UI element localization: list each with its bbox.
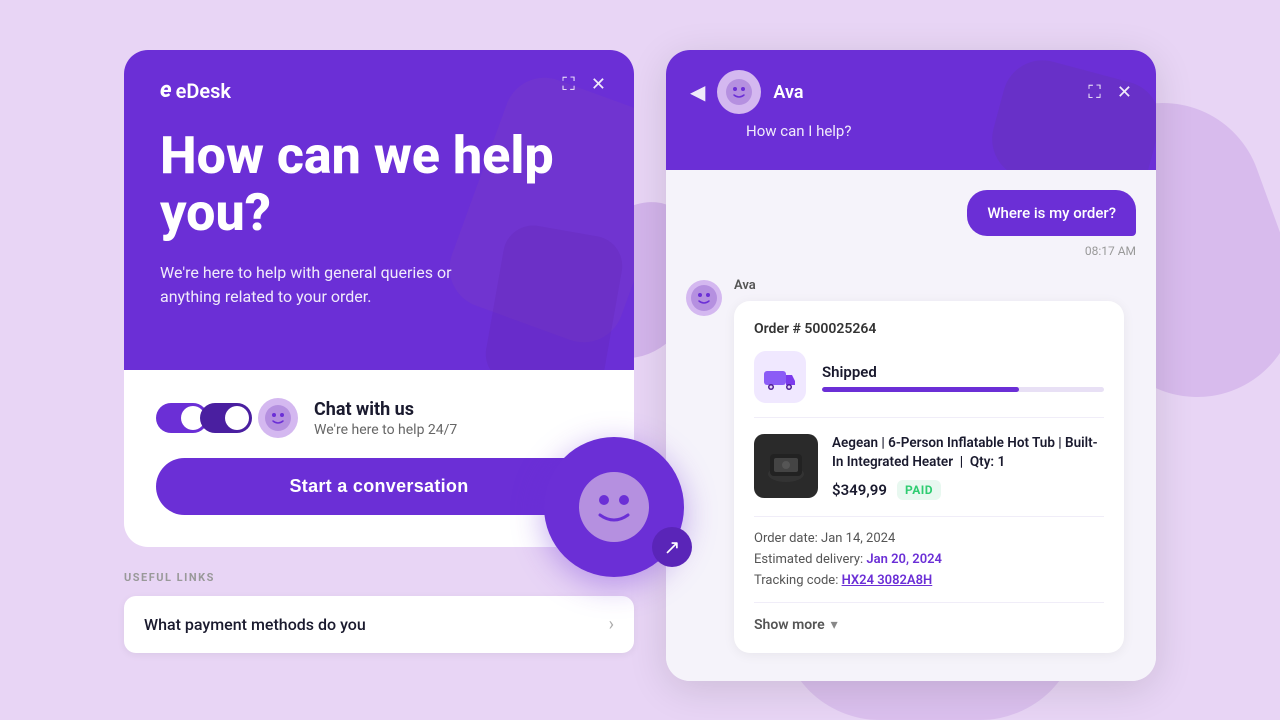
order-card: Order # 500025264 — [734, 301, 1124, 653]
truck-icon — [754, 351, 806, 403]
header-controls: ⛶ ✕ — [1088, 82, 1132, 103]
hero-section: e eDesk ⛶ ✕ How can we help you? We're h… — [124, 50, 634, 370]
link-item[interactable]: What payment methods do you › — [124, 596, 634, 653]
product-details: Aegean | 6-Person Inflatable Hot Tub | B… — [832, 434, 1104, 500]
close-icon[interactable]: ✕ — [591, 74, 606, 95]
useful-links-section: USEFUL LINKS What payment methods do you… — [124, 571, 634, 653]
user-bubble: Where is my order? — [967, 190, 1136, 236]
product-name: Aegean | 6-Person Inflatable Hot Tub | B… — [832, 434, 1104, 472]
avatar-small — [258, 398, 298, 438]
price-row: $349,99 PAID — [832, 480, 1104, 500]
chat-icons — [156, 398, 298, 438]
hero-subtitle: We're here to help with general queries … — [160, 261, 500, 309]
link-item-text: What payment methods do you — [144, 615, 366, 634]
chevron-right-icon: › — [609, 614, 614, 635]
tracking-link[interactable]: HX24 3082A8H — [842, 573, 933, 588]
chat-messages: Where is my order? 08:17 AM Ava Order — [666, 170, 1156, 681]
order-date: Order date: Jan 14, 2024 — [754, 531, 1104, 546]
left-panel: e eDesk ⛶ ✕ How can we help you? We're h… — [124, 50, 634, 653]
hero-title: How can we help you? — [160, 127, 598, 241]
chat-option: Chat with us We're here to help 24/7 — [156, 398, 602, 438]
chat-header-top: ◀ Ava ⛶ ✕ — [690, 70, 1132, 114]
order-number: Order # 500025264 — [754, 321, 1104, 337]
order-product-row: Aegean | 6-Person Inflatable Hot Tub | B… — [754, 417, 1104, 517]
expand-icon[interactable]: ⛶ — [562, 74, 575, 95]
delivery-date: Jan 20, 2024 — [866, 552, 942, 567]
chat-header: ◀ Ava ⛶ ✕ How can I he — [666, 50, 1156, 170]
show-more-button[interactable]: Show more ▾ — [754, 602, 1104, 633]
chat-arrow-icon: ↗ — [652, 527, 692, 567]
chat-status: How can I help? — [690, 122, 1132, 140]
bot-name: Ava — [734, 278, 1124, 293]
edesk-logo: e eDesk — [160, 78, 598, 103]
progress-bar — [822, 387, 1104, 392]
logo-icon: e — [160, 78, 172, 103]
bot-message: Ava Order # 500025264 — [686, 278, 1136, 653]
product-price: $349,99 — [832, 481, 887, 499]
logo-text: eDesk — [176, 79, 231, 103]
toggle-icon-2 — [200, 403, 252, 433]
floating-avatar: ↗ — [544, 437, 684, 577]
status-text: Shipped — [822, 363, 1104, 381]
agent-name: Ava — [773, 82, 803, 103]
message-time: 08:17 AM — [686, 244, 1136, 258]
right-panel: ◀ Ava ⛶ ✕ How can I he — [666, 50, 1156, 681]
window-controls: ⛶ ✕ — [562, 74, 606, 95]
chat-header-left: ◀ Ava — [690, 70, 804, 114]
show-more-text: Show more — [754, 617, 825, 633]
start-conversation-button[interactable]: Start a conversation — [156, 458, 602, 515]
chat-options-section: Chat with us We're here to help 24/7 Sta… — [124, 370, 634, 547]
bot-message-content: Ava Order # 500025264 — [734, 278, 1124, 653]
order-status-row: Shipped — [754, 351, 1104, 403]
chat-subtitle: We're here to help 24/7 — [314, 422, 457, 438]
bot-avatar — [686, 280, 722, 316]
paid-badge: PAID — [897, 480, 941, 500]
progress-fill — [822, 387, 1019, 392]
tracking-code-row: Tracking code: HX24 3082A8H — [754, 573, 1104, 588]
chevron-down-icon: ▾ — [831, 617, 838, 633]
estimated-delivery: Estimated delivery: Jan 20, 2024 — [754, 552, 1104, 567]
user-message: Where is my order? — [686, 190, 1136, 236]
useful-links-label: USEFUL LINKS — [124, 571, 634, 584]
back-button[interactable]: ◀ — [690, 80, 705, 104]
status-col: Shipped — [822, 363, 1104, 392]
chat-info: Chat with us We're here to help 24/7 — [314, 399, 457, 438]
close-chat-icon[interactable]: ✕ — [1117, 82, 1132, 103]
expand-chat-icon[interactable]: ⛶ — [1088, 82, 1101, 103]
chat-title: Chat with us — [314, 399, 457, 420]
order-dates: Order date: Jan 14, 2024 Estimated deliv… — [754, 531, 1104, 588]
product-image — [754, 434, 818, 498]
header-avatar — [717, 70, 761, 114]
